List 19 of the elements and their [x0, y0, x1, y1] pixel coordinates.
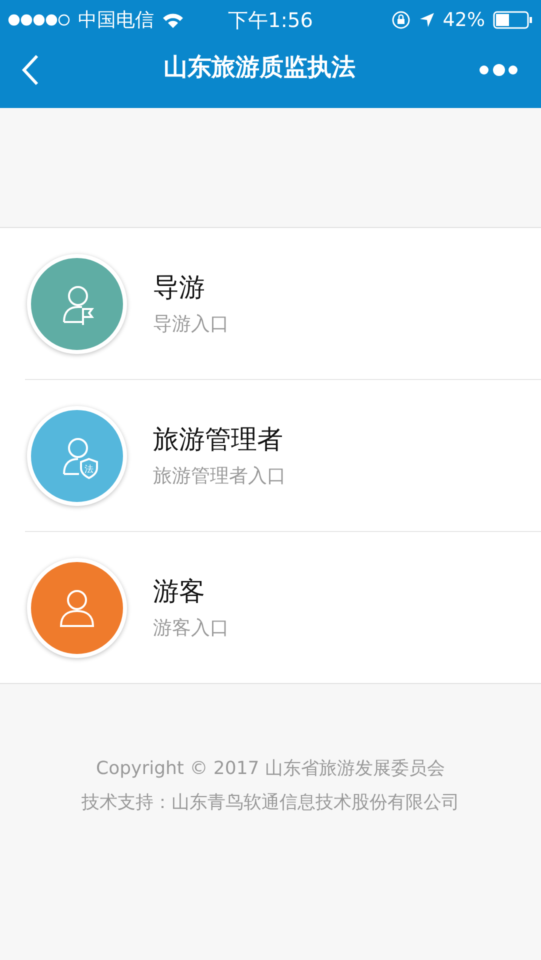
role-title[interactable]: 旅游管理者 [153, 422, 286, 457]
rotation-lock-icon [390, 10, 411, 30]
back-icon[interactable] [20, 54, 40, 86]
footer-text: Copyright © 2017 山东省旅游发展委员会 [96, 757, 445, 780]
battery-icon [493, 11, 533, 29]
more-icon[interactable] [479, 63, 519, 77]
role-subtitle: 游客入口 [153, 616, 229, 641]
role-title[interactable]: 导游 [153, 270, 229, 305]
battery-percent: 42% [442, 9, 485, 31]
role-title[interactable]: 游客 [153, 574, 229, 609]
wifi-icon [162, 12, 184, 28]
role-subtitle: 导游入口 [153, 312, 229, 337]
page-title: 山东旅游质监执法 [164, 52, 356, 83]
signal-icon [8, 14, 70, 26]
carrier-name: 中国电信 [78, 8, 154, 33]
role-subtitle: 旅游管理者入口 [153, 464, 286, 489]
footer-text: 技术支持：山东青鸟软通信息技术股份有限公司 [82, 791, 460, 814]
location-arrow-icon [418, 12, 435, 28]
status-time: 下午1:56 [228, 6, 313, 34]
